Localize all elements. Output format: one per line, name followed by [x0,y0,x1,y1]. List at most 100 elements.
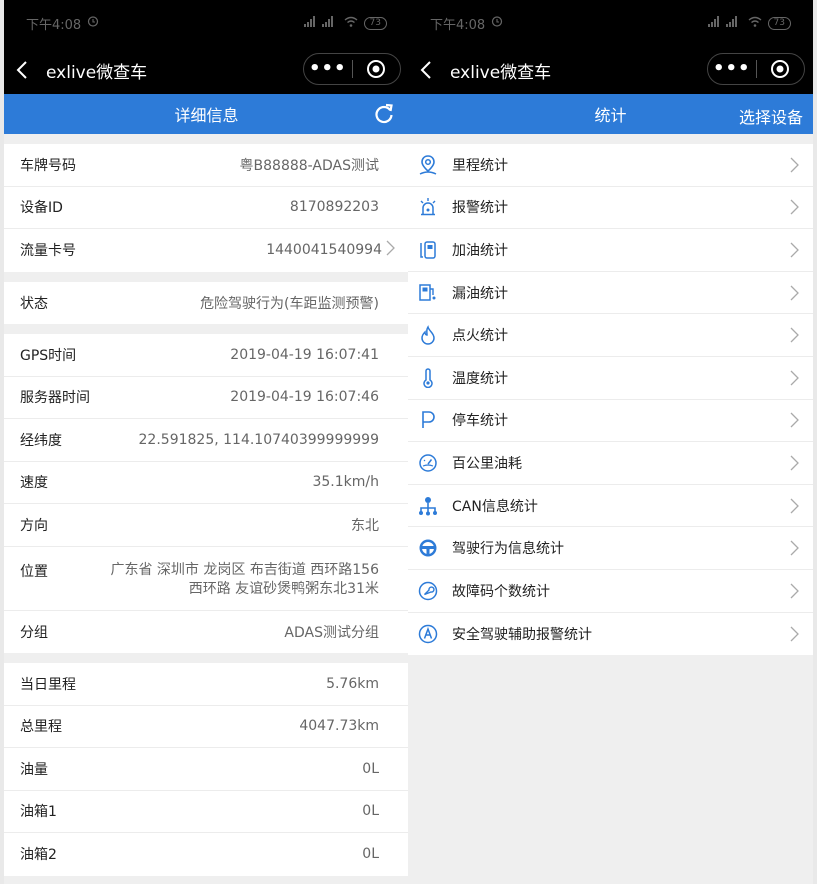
location-line-1: 广东省 深圳市 龙岗区 布吉街道 西环路156 [110,561,379,578]
gauge-icon [416,451,440,475]
detail-label: 当日里程 [20,676,76,693]
detail-label: 设备ID [20,200,63,217]
menu-item-label: 加油统计 [452,242,508,259]
flame-icon [416,323,440,347]
detail-value: 0L [362,760,379,777]
chevron-right-icon [787,285,801,301]
select-device-button[interactable]: 选择设备 [739,104,803,128]
menu-item-label: 驾驶行为信息统计 [452,541,564,558]
parking-icon [416,408,440,432]
menu-item-fault-codes[interactable]: 故障码个数统计 [408,569,813,613]
more-menu-button[interactable]: ••• [304,54,352,84]
chevron-right-icon [787,242,801,258]
menu-item-alarm[interactable]: 报警统计 [408,186,813,230]
detail-label: 油箱2 [20,847,57,864]
detail-row-direction: 方向 东北 [4,504,409,547]
chevron-right-icon [787,412,801,428]
vehicle-section: 车牌号码 粤B88888-ADAS测试 设备ID 8170892203 流量卡号… [4,144,409,272]
more-menu-button[interactable]: ••• [708,54,756,84]
detail-value: 22.591825, 114.10740399999999 [138,431,379,448]
menu-item-adas-alarm[interactable]: 安全驾驶辅助报警统计 [408,612,813,656]
status-time: 下午4:08 [430,17,486,33]
detail-value: 0L [362,803,379,820]
chevron-right-icon [787,498,801,514]
detail-row-coordinates: 经纬度 22.591825, 114.10740399999999 [4,419,409,462]
detail-label: 经纬度 [20,432,62,449]
menu-item-label: CAN信息统计 [452,498,538,515]
page-title: 详细信息 [174,106,239,125]
page-header: 详细信息 [4,94,409,134]
alarm-clock-icon [87,15,99,31]
status-section: 状态 危险驾驶行为(车距监测预警) [4,281,409,324]
menu-item-label: 点火统计 [452,328,508,345]
menu-item-parking[interactable]: 停车统计 [408,399,813,443]
detail-screen: 下午4:08 73 exlive微查车 ••• 详细信息 车牌号码 粤B8888… [4,0,409,884]
detail-value: 1440041540994 [266,242,382,259]
letter-a-circle-icon [416,622,440,646]
menu-item-ignition[interactable]: 点火统计 [408,314,813,357]
chevron-right-icon [787,327,801,343]
menu-item-can[interactable]: CAN信息统计 [408,484,813,528]
detail-row-plate: 车牌号码 粤B88888-ADAS测试 [4,144,409,187]
detail-row-tank2: 油箱2 0L [4,833,409,876]
detail-value: 4047.73km [299,718,379,735]
wifi-icon [344,16,358,31]
status-bar: 下午4:08 73 [4,0,409,46]
refresh-icon[interactable] [373,103,395,129]
chevron-right-icon [787,626,801,642]
detail-label: 油量 [20,761,48,778]
detail-row-server-time: 服务器时间 2019-04-19 16:07:46 [4,377,409,419]
detail-row-fuel: 油量 0L [4,748,409,791]
fuel-leak-icon [416,281,440,305]
app-title: exlive微查车 [46,62,148,83]
alarm-light-icon [416,195,440,219]
detail-value-location: 广东省 深圳市 龙岗区 布吉街道 西环路156 西环路 友谊砂煲鸭粥东北31米 [110,561,379,599]
back-arrow-icon[interactable] [420,60,446,80]
menu-item-label: 故障码个数统计 [452,583,550,600]
alarm-clock-icon [491,15,503,31]
detail-value: 粤B88888-ADAS测试 [239,157,379,174]
detail-value: 东北 [351,517,379,534]
menu-item-fuel-leak[interactable]: 漏油统计 [408,271,813,315]
back-arrow-icon[interactable] [16,60,42,80]
detail-label: 车牌号码 [20,157,76,174]
close-miniapp-icon[interactable] [756,59,804,79]
detail-value: 0L [362,846,379,863]
chevron-right-icon [386,240,395,260]
detail-label: 方向 [20,517,48,534]
menu-item-driving-behavior[interactable]: 驾驶行为信息统计 [408,527,813,570]
page-title: 统计 [594,106,627,125]
detail-row-sim-card[interactable]: 流量卡号 1440041540994 [4,229,409,272]
fuel-pump-icon [416,238,440,262]
detail-value: 2019-04-19 16:07:46 [230,389,379,406]
chevron-right-icon [787,370,801,386]
chevron-right-icon [787,199,801,215]
wifi-icon [748,16,762,31]
miniapp-capsule: ••• [303,53,401,85]
menu-item-refuel[interactable]: 加油统计 [408,229,813,272]
detail-value: 35.1km/h [312,474,379,491]
detail-value: 2019-04-19 16:07:41 [230,346,379,363]
detail-label: 流量卡号 [20,243,76,260]
battery-indicator: 73 [363,16,387,30]
menu-item-label: 百公里油耗 [452,455,522,472]
detail-label: 速度 [20,475,48,492]
detail-label: 服务器时间 [20,390,90,407]
menu-item-label: 漏油统计 [452,285,508,302]
detail-row-location: 位置 广东省 深圳市 龙岗区 布吉街道 西环路156 西环路 友谊砂煲鸭粥东北3… [4,547,409,611]
close-miniapp-icon[interactable] [352,59,400,79]
menu-item-temperature[interactable]: 温度统计 [408,356,813,400]
location-line-2: 西环路 友谊砂煲鸭粥东北31米 [188,580,379,597]
menu-item-fuel-consumption[interactable]: 百公里油耗 [408,442,813,485]
miniapp-nav-bar: exlive微查车 ••• [408,46,813,94]
menu-item-mileage[interactable]: 里程统计 [408,144,813,187]
detail-value: 5.76km [326,675,379,692]
detail-value: 8170892203 [289,199,379,216]
detail-row-speed: 速度 35.1km/h [4,462,409,504]
detail-value: 危险驾驶行为(车距监测预警) [200,295,379,312]
chevron-right-icon [787,583,801,599]
detail-label: GPS时间 [20,347,77,364]
location-pin-icon [416,153,440,177]
mileage-fuel-section: 当日里程 5.76km 总里程 4047.73km 油量 0L 油箱1 0L 油… [4,663,409,876]
detail-row-total-mileage: 总里程 4047.73km [4,706,409,748]
